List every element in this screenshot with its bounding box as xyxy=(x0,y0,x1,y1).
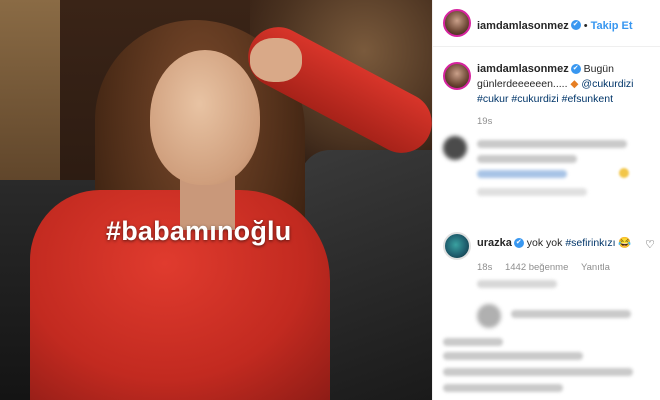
avatar[interactable] xyxy=(443,9,471,37)
carrot-emoji-icon: ◆ xyxy=(570,78,579,90)
caption-time: 19s xyxy=(477,116,493,127)
header-user-row: iamdamlasonmez ✔ • Takip Et xyxy=(477,16,633,34)
reply-hashtag[interactable]: #sefirinkızı xyxy=(565,237,615,249)
blurred-comment-line xyxy=(443,352,583,360)
caption-mention[interactable]: @cukurdizi xyxy=(581,78,633,90)
blurred-comment-line xyxy=(443,368,633,376)
blurred-avatar xyxy=(477,304,501,328)
post-header: iamdamlasonmez ✔ • Takip Et xyxy=(433,0,660,47)
instagram-comments-panel: iamdamlasonmez ✔ • Takip Et iamdamlasonmez ✔… xyxy=(432,0,660,400)
blurred-comment-line xyxy=(443,384,563,392)
verified-icon: ✔ xyxy=(570,19,581,30)
caption-avatar[interactable] xyxy=(443,62,471,90)
blurred-meta-line xyxy=(477,280,557,288)
reply-button[interactable]: Yanıtla xyxy=(581,262,610,273)
blurred-comment-line xyxy=(511,310,631,318)
blurred-comment-line xyxy=(477,170,567,178)
reply-body: yok yok xyxy=(526,237,563,249)
separator-dot: • xyxy=(583,20,588,32)
blurred-comment-line xyxy=(443,338,503,346)
post-photo: #babamınoğlu xyxy=(0,0,432,400)
verified-icon: ✔ xyxy=(513,238,524,249)
blurred-comment-line xyxy=(477,155,577,163)
blurred-avatar xyxy=(443,136,467,160)
caption-text: iamdamlasonmez ✔ Bugün günlerdeeeeeen....… xyxy=(477,62,655,107)
reply-text: urazka ✔ yok yok #sefirinkızı 😂 xyxy=(477,236,647,251)
verified-icon: ✔ xyxy=(570,64,581,75)
caption-hashtags[interactable]: #cukur #cukurdizi #efsunkent xyxy=(477,93,613,105)
blurred-emoji xyxy=(619,168,629,178)
reply-username[interactable]: urazka xyxy=(477,237,512,249)
woman-face xyxy=(150,50,260,185)
blurred-meta-line xyxy=(477,188,587,196)
follow-button[interactable]: Takip Et xyxy=(591,20,633,32)
like-heart-icon[interactable]: ♡ xyxy=(645,240,656,251)
header-username[interactable]: iamdamlasonmez xyxy=(477,20,569,32)
reply-avatar[interactable] xyxy=(443,232,471,260)
reply-likes[interactable]: 1442 beğenme xyxy=(505,262,568,273)
laughing-emoji-icon: 😂 xyxy=(618,237,632,249)
caption-username[interactable]: iamdamlasonmez xyxy=(477,63,569,75)
reply-time: 18s xyxy=(477,262,493,273)
reply-meta: 18s 1442 beğenme Yanıtla xyxy=(477,262,610,273)
bookshelf xyxy=(0,0,60,200)
blurred-comment-line xyxy=(477,140,627,148)
woman-hand xyxy=(250,38,302,82)
photo-hashtag-overlay: #babamınoğlu xyxy=(106,216,292,246)
